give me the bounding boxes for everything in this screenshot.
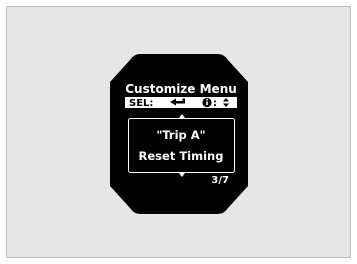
info-icon: [202, 97, 212, 108]
info-colon: :: [213, 98, 217, 109]
instrument-display: Customize Menu SEL: : "Trip A" Reset Tim…: [110, 54, 248, 214]
menu-title: Customize Menu: [125, 82, 237, 96]
menu-item-line1: "Trip A": [156, 128, 205, 142]
page-indicator: 3/7: [211, 175, 229, 186]
sel-label: SEL:: [129, 98, 153, 109]
menu-item-line2: Reset Timing: [139, 149, 224, 163]
